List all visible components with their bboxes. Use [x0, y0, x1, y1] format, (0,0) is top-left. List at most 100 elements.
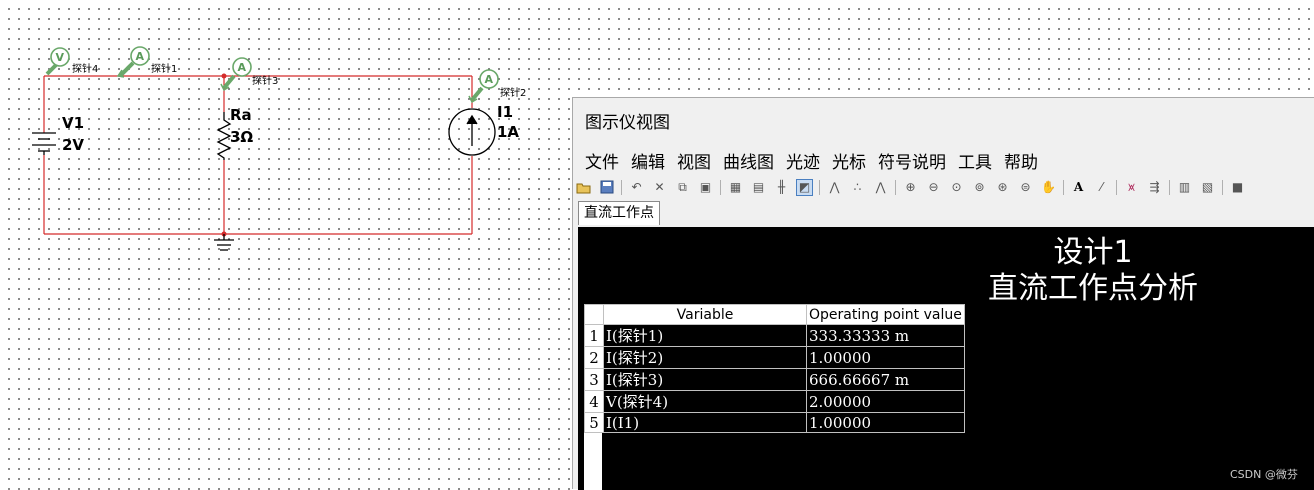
- text-icon[interactable]: A: [1070, 179, 1087, 196]
- value-cell: 1.00000: [806, 412, 965, 433]
- invert-icon[interactable]: ◩: [796, 178, 813, 196]
- menu-cursor[interactable]: 光标: [832, 148, 866, 173]
- resistor-ra[interactable]: [216, 112, 232, 160]
- table-row[interactable]: 5 I(I1) 1.00000: [584, 412, 965, 433]
- variable-cell: I(探针3): [603, 368, 807, 391]
- menu-legend[interactable]: 符号说明: [878, 148, 946, 173]
- toolbar: ↶ ✕ ⧉ ▣ ▦ ▤ ╫ ◩ ⋀ ∴ ⋀ ⊕ ⊖ ⊙ ⊚ ⊛ ⊜ ✋ A ⁄ …: [575, 178, 1252, 196]
- i1-name: I1: [497, 103, 513, 121]
- toolbar-divider: [1222, 179, 1223, 195]
- legend-icon[interactable]: ▤: [750, 179, 767, 196]
- probe-4-icon[interactable]: V: [45, 47, 70, 76]
- menu-trace[interactable]: 光迹: [786, 148, 820, 173]
- svg-text:A: A: [238, 61, 247, 74]
- i1-value: 1A: [497, 123, 519, 141]
- ra-name: Ra: [230, 106, 252, 124]
- probe-2-icon[interactable]: A: [468, 69, 499, 104]
- zoom-fit-icon[interactable]: ⊙: [948, 179, 965, 196]
- v1-value: 2V: [62, 136, 84, 154]
- row-number: 4: [584, 390, 604, 413]
- zoom-rect-icon[interactable]: ⊜: [1017, 179, 1034, 196]
- page2-icon[interactable]: ▧: [1199, 179, 1216, 196]
- svg-text:V: V: [56, 51, 65, 64]
- zoom-y-icon[interactable]: ⊛: [994, 179, 1011, 196]
- delete-icon[interactable]: ✕: [651, 179, 668, 196]
- table-row[interactable]: 1 I(探针1) 333.33333 m: [584, 324, 965, 347]
- copy-icon[interactable]: ⧉: [674, 179, 691, 196]
- undo-icon[interactable]: ↶: [628, 179, 645, 196]
- probe-1-icon[interactable]: A: [116, 46, 150, 78]
- svg-text:A: A: [136, 50, 145, 63]
- save-icon[interactable]: [598, 179, 615, 196]
- row-number: 3: [584, 368, 604, 391]
- value-cell: 2.00000: [806, 390, 965, 413]
- current-source-i1[interactable]: [448, 108, 496, 156]
- label-icon[interactable]: ⁄: [1093, 179, 1110, 196]
- menu-graph[interactable]: 曲线图: [723, 148, 774, 173]
- cursor3-icon[interactable]: ⋀: [872, 179, 889, 196]
- menu-view[interactable]: 视图: [677, 148, 711, 173]
- schematic-canvas[interactable]: V1 2V Ra 3Ω I1 1A V 探针4 A 探针1 A 探针3 A 探针…: [0, 0, 560, 280]
- menu-tools[interactable]: 工具: [958, 148, 992, 173]
- variable-cell: I(探针1): [603, 324, 807, 347]
- variable-cell: I(I1): [603, 412, 807, 433]
- table-row[interactable]: 4 V(探针4) 2.00000: [584, 390, 965, 413]
- open-icon[interactable]: [575, 179, 592, 196]
- wires: [43, 75, 473, 235]
- row-number: 5: [584, 412, 604, 433]
- tab-dc-operating-point[interactable]: 直流工作点: [578, 201, 660, 225]
- row-number: 2: [584, 346, 604, 369]
- toolbar-divider: [720, 179, 721, 195]
- paste-icon[interactable]: ▣: [697, 179, 714, 196]
- corner-cell: [584, 304, 604, 325]
- ra-value: 3Ω: [230, 128, 253, 146]
- menu-help[interactable]: 帮助: [1004, 148, 1038, 173]
- toolbar-divider: [1116, 179, 1117, 195]
- svg-text:A: A: [485, 73, 494, 86]
- probe-2-label: 探针2: [500, 86, 526, 99]
- watermark: CSDN @微芬: [1230, 468, 1298, 481]
- battery-v1[interactable]: [32, 132, 56, 155]
- page-icon[interactable]: ▥: [1176, 179, 1193, 196]
- toolbar-divider: [1169, 179, 1170, 195]
- junction-dot: [221, 73, 227, 79]
- col-header-variable[interactable]: Variable: [603, 304, 807, 325]
- menu-edit[interactable]: 编辑: [631, 148, 665, 173]
- toolbar-divider: [819, 179, 820, 195]
- v1-name: V1: [62, 114, 84, 132]
- pan-icon[interactable]: ✋: [1040, 179, 1057, 196]
- view-subtitle: 直流工作点分析: [988, 271, 1198, 306]
- stop-icon[interactable]: ■: [1229, 179, 1246, 196]
- probe-4-label: 探针4: [72, 62, 98, 75]
- probe-1-label: 探针1: [151, 62, 177, 75]
- ground-icon: [214, 234, 234, 251]
- zoom-out-icon[interactable]: ⊖: [925, 179, 942, 196]
- trace-icon[interactable]: ⩙: [1123, 179, 1140, 196]
- toolbar-divider: [621, 179, 622, 195]
- value-cell: 333.33333 m: [806, 324, 965, 347]
- col-header-value[interactable]: Operating point value: [806, 304, 965, 325]
- value-cell: 666.66667 m: [806, 368, 965, 391]
- menu-file[interactable]: 文件: [585, 148, 619, 173]
- toolbar-divider: [895, 179, 896, 195]
- table-row[interactable]: 2 I(探针2) 1.00000: [584, 346, 965, 369]
- table-row[interactable]: 3 I(探针3) 666.66667 m: [584, 368, 965, 391]
- results-view[interactable]: 设计1 直流工作点分析 Variable Operating point val…: [578, 227, 1314, 490]
- toolbar-divider: [1063, 179, 1064, 195]
- cursor-icon[interactable]: ⋀: [826, 179, 843, 196]
- table-header-row: Variable Operating point value: [584, 304, 965, 325]
- axis-icon[interactable]: ╫: [773, 179, 790, 196]
- cursor2-icon[interactable]: ∴: [849, 179, 866, 196]
- variable-cell: V(探针4): [603, 390, 807, 413]
- row-number: 1: [584, 324, 604, 347]
- window-title: 图示仪视图: [585, 113, 670, 133]
- export-icon[interactable]: ⇶: [1146, 179, 1163, 196]
- grid-icon[interactable]: ▦: [727, 179, 744, 196]
- probe-3-label: 探针3: [252, 74, 278, 87]
- zoom-in-icon[interactable]: ⊕: [902, 179, 919, 196]
- zoom-x-icon[interactable]: ⊚: [971, 179, 988, 196]
- value-cell: 1.00000: [806, 346, 965, 369]
- variable-cell: I(探针2): [603, 346, 807, 369]
- grapher-window[interactable]: 图示仪视图 文件 编辑 视图 曲线图 光迹 光标 符号说明 工具 帮助 ↶ ✕ …: [572, 97, 1314, 490]
- results-table: Variable Operating point value 1 I(探针1) …: [584, 304, 965, 433]
